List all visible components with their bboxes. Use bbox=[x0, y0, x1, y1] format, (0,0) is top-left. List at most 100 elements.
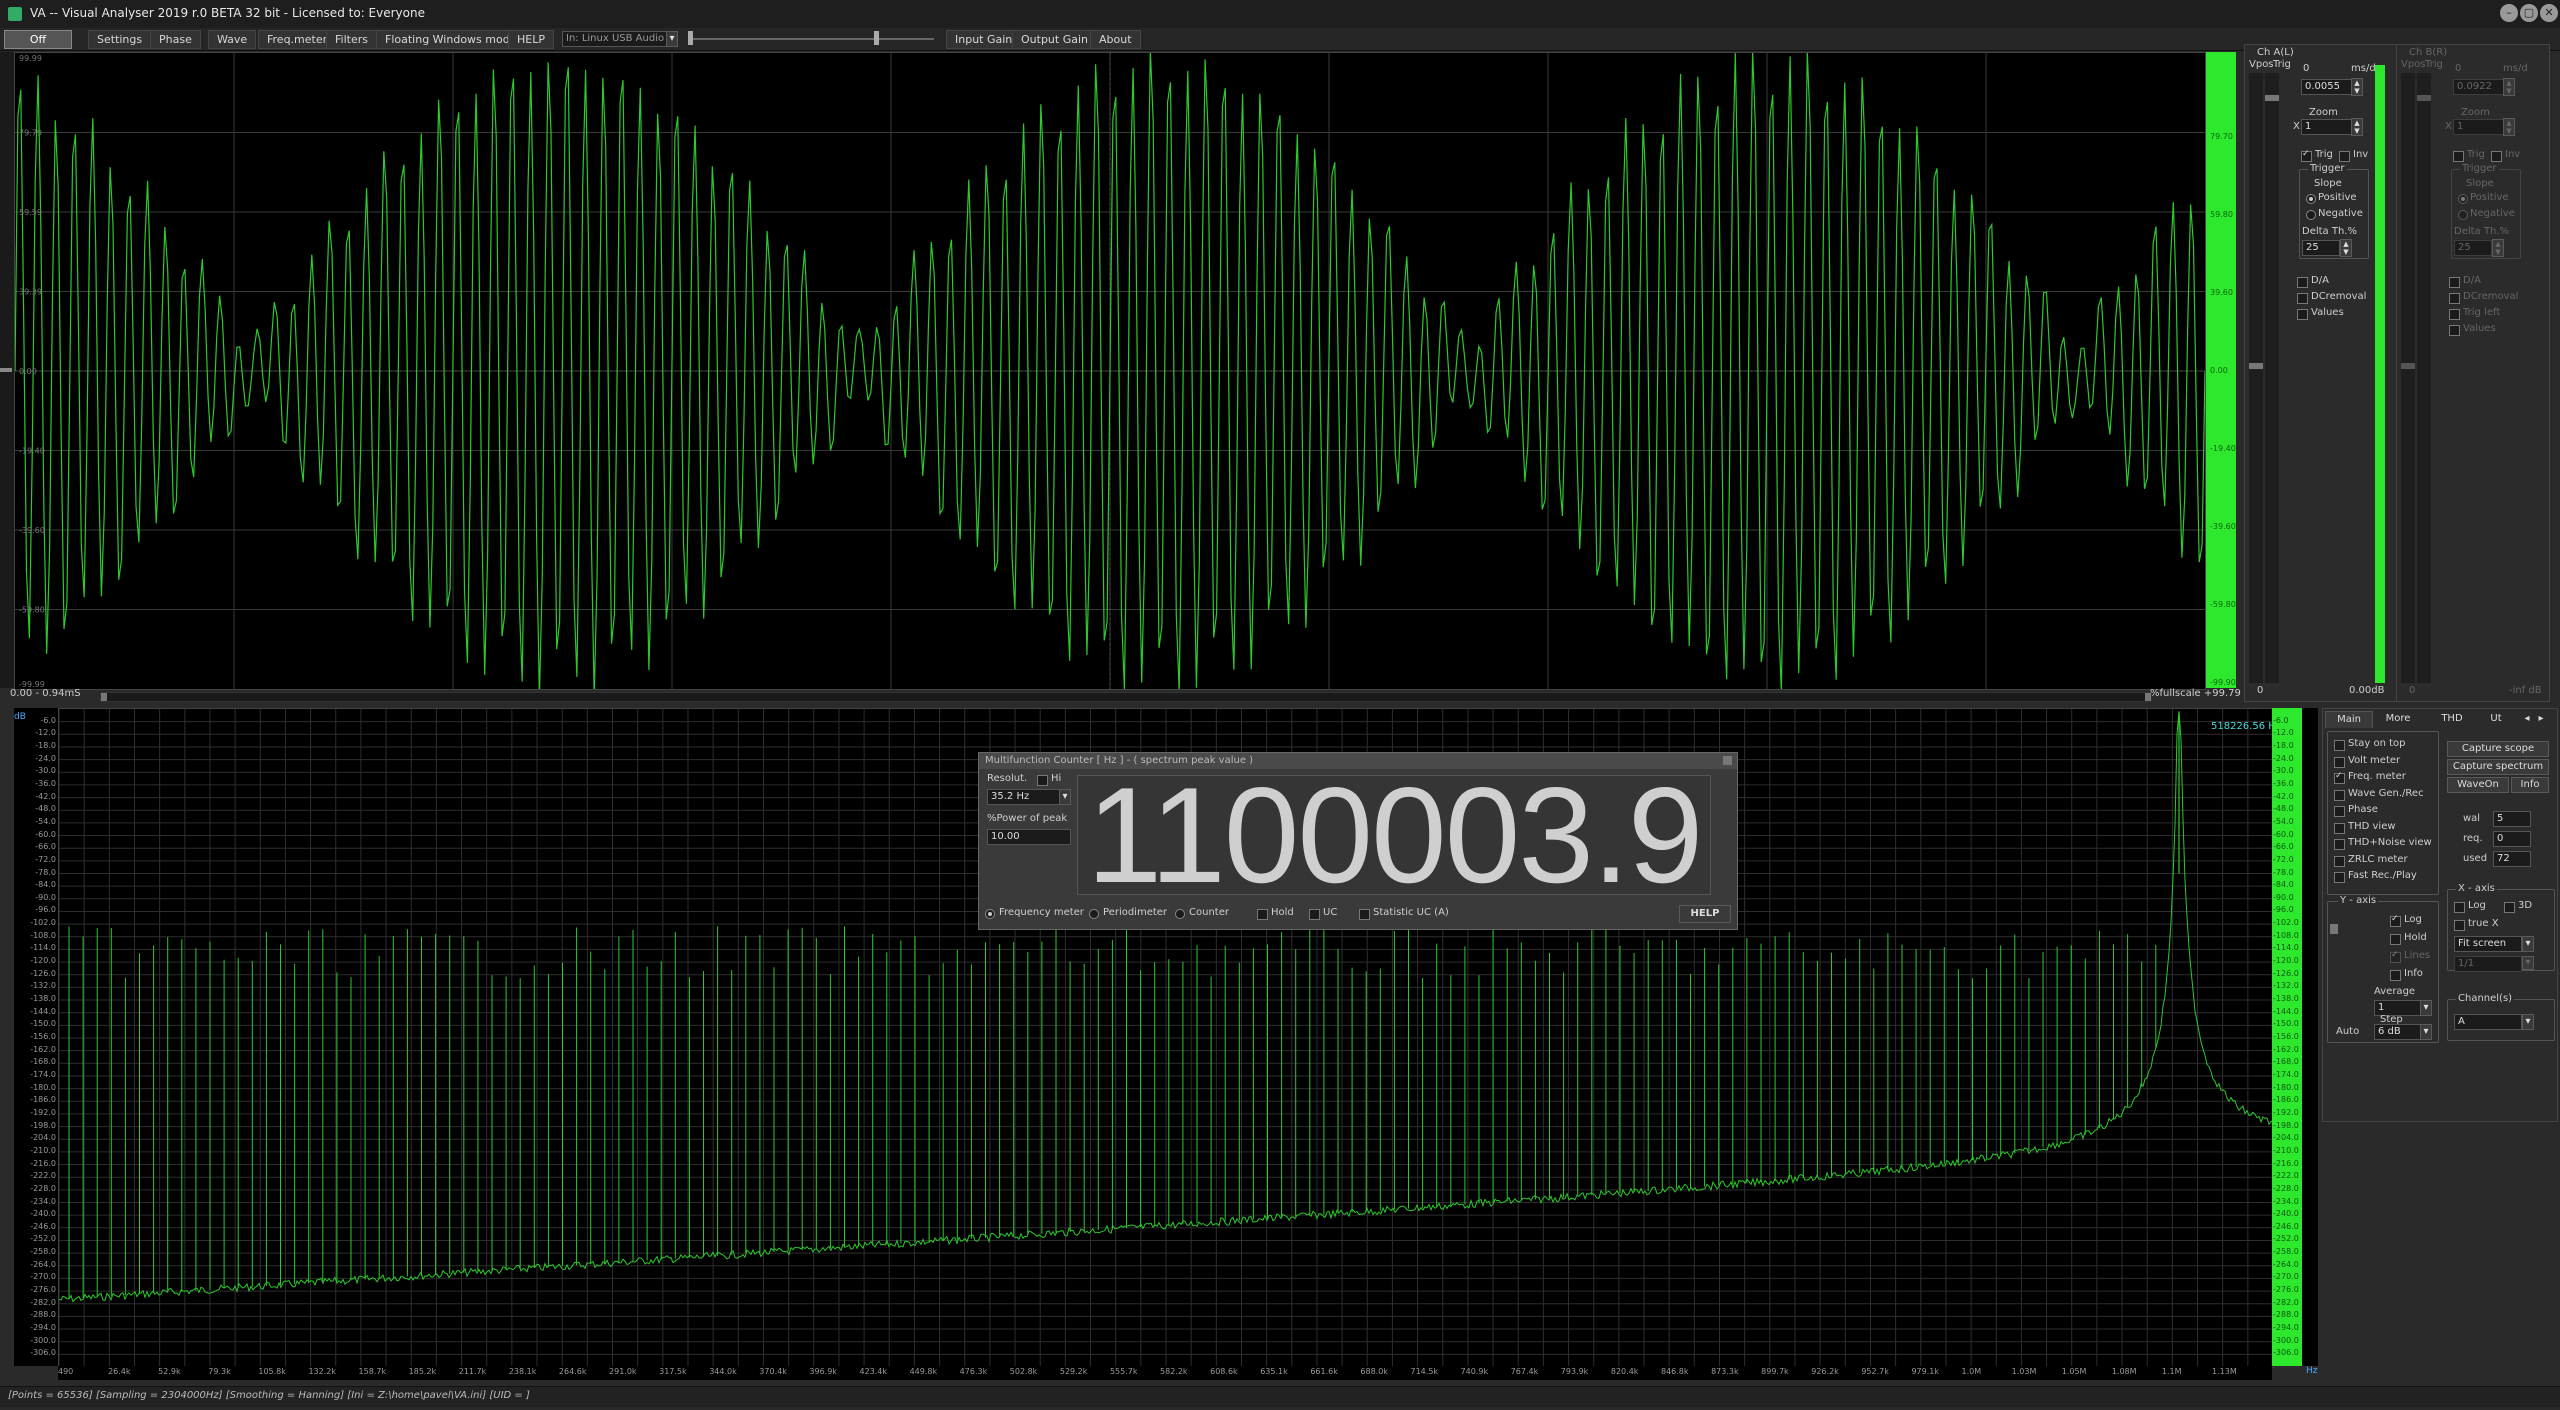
time-div-stepper-b[interactable]: ▲ ▼ bbox=[2503, 78, 2515, 96]
zoom-stepper[interactable]: ▲ ▼ bbox=[2351, 118, 2363, 136]
freq-meter-button[interactable]: Freq.meter bbox=[258, 30, 337, 49]
step-select[interactable]: 6 dB bbox=[2374, 1024, 2422, 1040]
auto-label[interactable]: Auto bbox=[2336, 1026, 2359, 1037]
about-button[interactable]: About bbox=[1090, 30, 1141, 49]
uc-checkbox[interactable] bbox=[1309, 909, 1320, 920]
da-checkbox-b[interactable] bbox=[2449, 277, 2460, 288]
power-of-peak-input[interactable]: 10.00 bbox=[987, 829, 1071, 845]
channel-select[interactable]: A bbox=[2454, 1014, 2522, 1030]
option-checkbox[interactable] bbox=[2334, 855, 2345, 867]
phase-button[interactable]: Phase bbox=[150, 30, 201, 49]
dcremoval-checkbox-b[interactable] bbox=[2449, 293, 2460, 304]
settings-button[interactable]: Settings bbox=[88, 30, 152, 49]
positive-radio-b[interactable] bbox=[2458, 194, 2468, 204]
zoom-input[interactable]: 1 bbox=[2301, 119, 2353, 135]
trig-handle-b[interactable] bbox=[2417, 95, 2431, 101]
trig-left-checkbox-b[interactable] bbox=[2449, 309, 2460, 320]
maximize-icon[interactable]: ▢ bbox=[2520, 4, 2538, 22]
option-checkbox[interactable] bbox=[2334, 839, 2345, 850]
input-device-select[interactable]: In: Linux USB Audio bbox=[562, 31, 674, 47]
capture-spectrum-button[interactable]: Capture spectrum bbox=[2447, 759, 2549, 775]
close-icon[interactable]: ✕ bbox=[2540, 4, 2558, 22]
zoom-input-b[interactable]: 1 bbox=[2453, 119, 2505, 135]
counter-help-button[interactable]: HELP bbox=[1679, 905, 1731, 923]
close-icon[interactable] bbox=[1723, 756, 1732, 765]
time-div-input-b[interactable]: 0.0922 bbox=[2453, 79, 2505, 95]
option-checkbox[interactable] bbox=[2334, 740, 2345, 751]
scope-scrollbar[interactable] bbox=[100, 692, 2152, 702]
trig-checkbox-b[interactable] bbox=[2453, 151, 2464, 162]
trig-checkbox[interactable] bbox=[2301, 149, 2312, 162]
tab-scroll-left-icon[interactable]: ◂ bbox=[2521, 711, 2533, 727]
wave-button[interactable]: Wave bbox=[208, 30, 257, 49]
multifunction-counter-window[interactable]: Multifunction Counter [ Hz ] - ( spectru… bbox=[978, 752, 1738, 930]
output-gain-handle[interactable] bbox=[874, 31, 879, 45]
periodimeter-radio[interactable] bbox=[1089, 909, 1099, 919]
y-log-checkbox[interactable] bbox=[2390, 914, 2401, 927]
time-div-stepper[interactable]: ▲ ▼ bbox=[2351, 78, 2363, 96]
chevron-down-icon[interactable]: ▾ bbox=[2420, 1024, 2432, 1040]
req-input[interactable]: 0 bbox=[2493, 831, 2531, 847]
fit-screen-select[interactable]: Fit screen bbox=[2454, 936, 2522, 952]
capture-scope-button[interactable]: Capture scope bbox=[2447, 741, 2549, 757]
y-info-checkbox[interactable] bbox=[2390, 970, 2401, 981]
option-checkbox[interactable] bbox=[2334, 789, 2345, 801]
chevron-down-icon[interactable]: ▾ bbox=[2522, 1014, 2534, 1030]
tab-thd[interactable]: THD bbox=[2427, 711, 2477, 727]
tab-more[interactable]: More bbox=[2373, 711, 2423, 727]
info-button[interactable]: Info bbox=[2511, 777, 2549, 793]
scroll-handle-left[interactable] bbox=[101, 693, 107, 701]
positive-radio[interactable] bbox=[2306, 194, 2316, 204]
values-checkbox[interactable] bbox=[2297, 309, 2308, 320]
delta-stepper-b[interactable]: ▲ ▼ bbox=[2492, 239, 2504, 257]
statistic-checkbox[interactable] bbox=[1359, 909, 1370, 920]
hi-checkbox[interactable] bbox=[1037, 775, 1048, 786]
frequency-meter-radio[interactable] bbox=[985, 909, 995, 919]
tab-ut[interactable]: Ut bbox=[2481, 711, 2511, 727]
trig-handle[interactable] bbox=[2265, 95, 2279, 101]
used-input[interactable]: 72 bbox=[2493, 851, 2531, 867]
x-3d-checkbox[interactable] bbox=[2504, 902, 2515, 913]
help-button[interactable]: HELP bbox=[508, 30, 554, 49]
wal-input[interactable]: 5 bbox=[2493, 811, 2531, 827]
trig-slider-b[interactable] bbox=[2417, 73, 2431, 683]
hold-checkbox[interactable] bbox=[1257, 909, 1268, 920]
chevron-down-icon[interactable]: ▾ bbox=[2522, 956, 2534, 970]
y-lines-checkbox[interactable] bbox=[2390, 950, 2401, 963]
scope-offset-handle[interactable] bbox=[0, 368, 12, 372]
trig-slider[interactable] bbox=[2265, 73, 2279, 683]
tab-main[interactable]: Main bbox=[2325, 711, 2373, 728]
waveon-button[interactable]: WaveOn bbox=[2447, 777, 2509, 793]
filters-button[interactable]: Filters bbox=[326, 30, 377, 49]
zoom-stepper-b[interactable]: ▲ ▼ bbox=[2503, 118, 2515, 136]
option-checkbox[interactable] bbox=[2334, 756, 2345, 768]
ratio-select[interactable]: 1/1 bbox=[2454, 956, 2522, 972]
negative-radio[interactable] bbox=[2306, 210, 2316, 220]
negative-radio-b[interactable] bbox=[2458, 210, 2468, 220]
resolution-select[interactable]: 35.2 Hz bbox=[987, 789, 1061, 805]
option-checkbox[interactable] bbox=[2334, 822, 2345, 834]
option-checkbox[interactable] bbox=[2334, 771, 2345, 784]
y-hold-checkbox[interactable] bbox=[2390, 934, 2401, 945]
true-x-checkbox[interactable] bbox=[2454, 920, 2465, 931]
oscilloscope-panel[interactable]: 99.99 79.79 59.59 39.39 0.00 -19.40 -39.60 -59.… bbox=[14, 52, 2206, 690]
x-log-checkbox[interactable] bbox=[2454, 902, 2465, 913]
chevron-down-icon[interactable]: ▾ bbox=[1059, 789, 1071, 805]
vpos-slider-b[interactable] bbox=[2401, 73, 2415, 683]
inv-checkbox-b[interactable] bbox=[2491, 151, 2502, 162]
input-gain-handle[interactable] bbox=[688, 31, 693, 45]
inv-checkbox[interactable] bbox=[2339, 151, 2350, 162]
delta-input-b[interactable]: 25 bbox=[2454, 240, 2492, 256]
delta-stepper[interactable]: ▲ ▼ bbox=[2340, 239, 2352, 257]
vpos-handle-b[interactable] bbox=[2401, 363, 2415, 369]
power-off-button[interactable]: Off bbox=[4, 30, 72, 49]
vpos-slider[interactable] bbox=[2249, 73, 2263, 683]
delta-input[interactable]: 25 bbox=[2302, 240, 2340, 256]
option-checkbox[interactable] bbox=[2334, 806, 2345, 817]
chevron-down-icon[interactable]: ▾ bbox=[666, 31, 678, 47]
counter-radio[interactable] bbox=[1175, 909, 1185, 919]
values-checkbox-b[interactable] bbox=[2449, 325, 2460, 336]
input-gain-slider[interactable] bbox=[690, 38, 934, 40]
tab-scroll-right-icon[interactable]: ▸ bbox=[2535, 711, 2547, 727]
floating-windows-button[interactable]: Floating Windows mode bbox=[376, 30, 526, 49]
